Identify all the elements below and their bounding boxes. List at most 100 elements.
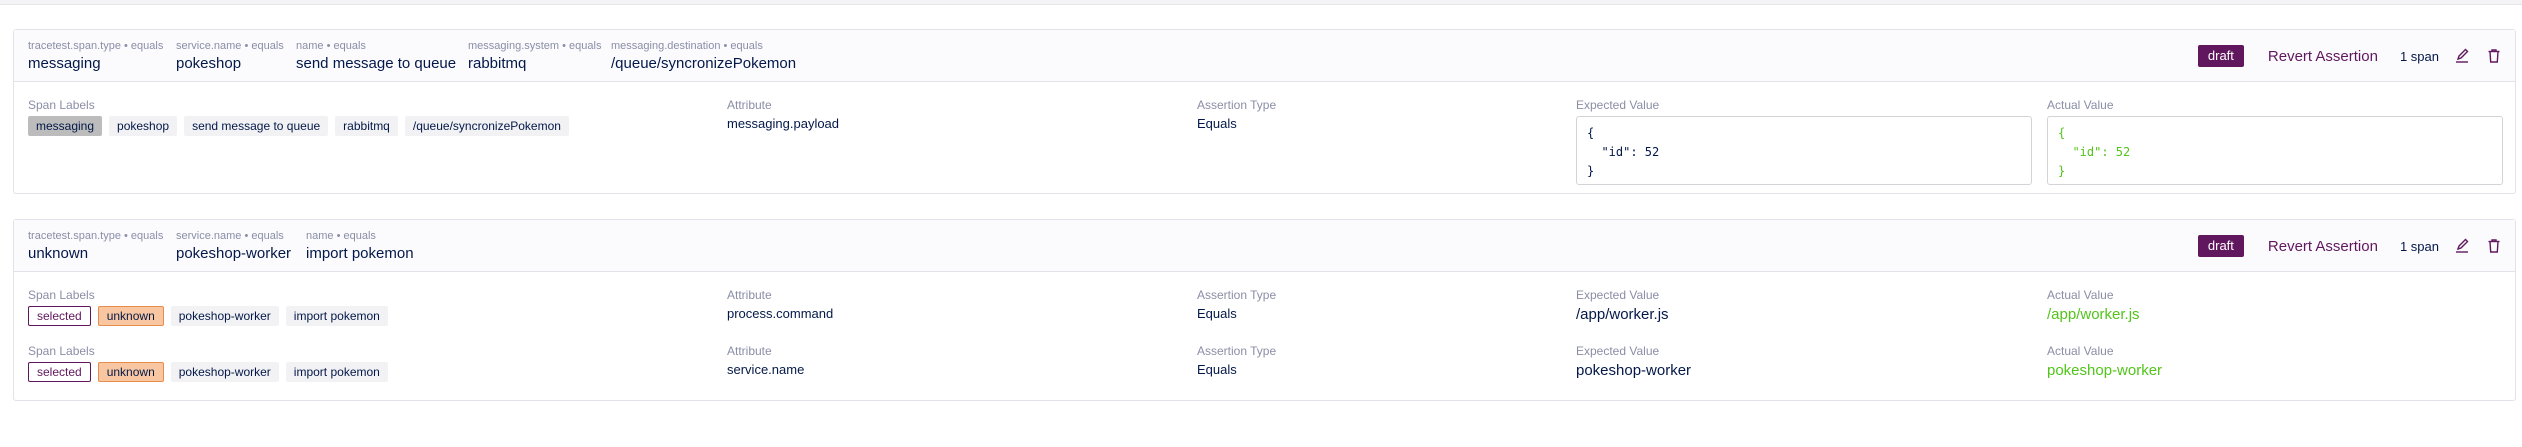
selector-name: name • equals send message to queue <box>296 40 456 73</box>
span-label-tag: unknown <box>97 362 164 382</box>
top-strip <box>0 0 2522 5</box>
span-label-tag: selected <box>28 362 91 382</box>
assertion-type-value: Equals <box>1197 116 1237 131</box>
span-labels: Span Labels selected unknown pokeshop-wo… <box>28 344 388 382</box>
span-label-tag: import pokemon <box>285 306 388 326</box>
span-label-tags: selected unknown pokeshop-worker import … <box>28 362 388 382</box>
attribute: Attribute process.command <box>727 288 833 322</box>
assertion-card: tracetest.span.type • equals unknown ser… <box>13 219 2516 401</box>
span-label-tags: messaging pokeshop send message to queue… <box>28 116 569 136</box>
actual-value-title: Actual Value <box>2047 344 2114 358</box>
span-label-tag: messaging <box>28 116 103 136</box>
assertion-actions: draft Revert Assertion 1 span <box>2197 45 2503 67</box>
code-line: "id": 52 <box>2058 145 2131 159</box>
assertion-row: Span Labels messaging pokeshop send mess… <box>14 82 2515 194</box>
attribute-value: service.name <box>727 362 805 377</box>
expected-value-text: pokeshop-worker <box>1576 362 1692 379</box>
selector-messaging-destination: messaging.destination • equals /queue/sy… <box>611 40 796 73</box>
span-labels-title: Span Labels <box>28 98 95 112</box>
expected-value: Expected Value /app/worker.js <box>1576 288 1669 324</box>
assertion-row: Span Labels selected unknown pokeshop-wo… <box>14 329 2515 399</box>
assertion-type-title: Assertion Type <box>1197 98 1277 112</box>
selector-span-type: tracetest.span.type • equals messaging <box>28 40 163 73</box>
selector-key: tracetest.span.type • equals <box>28 230 164 242</box>
assertion-row: Span Labels selected unknown pokeshop-wo… <box>14 272 2515 329</box>
expected-value: Expected Value { "id": 52} <box>1576 98 2032 185</box>
selector-name: name • equals import pokemon <box>306 230 414 263</box>
actual-value-text: pokeshop-worker <box>2047 362 2163 379</box>
attribute-title: Attribute <box>727 288 772 302</box>
expected-value-text: /app/worker.js <box>1576 306 1669 323</box>
span-label-tag: pokeshop <box>109 116 178 136</box>
selector-value: rabbitmq <box>468 55 527 72</box>
selector-value: send message to queue <box>296 55 457 72</box>
expected-value-title: Expected Value <box>1576 344 1660 358</box>
span-label-tag: send message to queue <box>184 116 329 136</box>
attribute-value: process.command <box>727 306 834 321</box>
trash-icon[interactable] <box>2485 47 2503 65</box>
selector-key: service.name • equals <box>176 230 284 242</box>
selector-value: /queue/syncronizePokemon <box>611 55 797 72</box>
actual-value: Actual Value /app/worker.js <box>2047 288 2140 324</box>
expected-value-title: Expected Value <box>1576 288 1660 302</box>
expected-value-title: Expected Value <box>1576 98 1660 112</box>
expected-value-code: { "id": 52} <box>1576 116 2032 185</box>
span-labels: Span Labels messaging pokeshop send mess… <box>28 98 569 136</box>
assertion-actions: draft Revert Assertion 1 span <box>2197 235 2503 257</box>
selector-key: name • equals <box>296 40 366 52</box>
selector-value: import pokemon <box>306 245 414 262</box>
assertion-type: Assertion Type Equals <box>1197 98 1276 132</box>
selector-messaging-system: messaging.system • equals rabbitmq <box>468 40 601 73</box>
span-count: 1 span <box>2399 238 2439 254</box>
selector-span-type: tracetest.span.type • equals unknown <box>28 230 163 263</box>
assertion-card-header: tracetest.span.type • equals unknown ser… <box>14 220 2515 272</box>
assertion-type-title: Assertion Type <box>1197 288 1277 302</box>
code-line: { <box>1587 126 1595 140</box>
span-count: 1 span <box>2399 48 2439 64</box>
span-label-tag: rabbitmq <box>335 116 398 136</box>
actual-value: Actual Value pokeshop-worker <box>2047 344 2162 380</box>
span-label-tag: unknown <box>97 306 164 326</box>
assertion-card-header: tracetest.span.type • equals messaging s… <box>14 30 2515 82</box>
selector-service-name: service.name • equals pokeshop <box>176 40 284 73</box>
revert-assertion-button[interactable]: Revert Assertion <box>2268 48 2378 65</box>
selector-value: messaging <box>28 55 101 72</box>
revert-assertion-button[interactable]: Revert Assertion <box>2268 238 2378 255</box>
assertion-card: tracetest.span.type • equals messaging s… <box>13 29 2516 194</box>
actual-value-title: Actual Value <box>2047 288 2114 302</box>
trash-icon[interactable] <box>2485 237 2503 255</box>
code-line: { <box>2058 126 2066 140</box>
span-labels-title: Span Labels <box>28 344 95 358</box>
span-label-tag: selected <box>28 306 91 326</box>
assertion-type-title: Assertion Type <box>1197 344 1277 358</box>
selector-key: tracetest.span.type • equals <box>28 40 164 52</box>
assertion-type: Assertion Type Equals <box>1197 288 1276 322</box>
selector-key: messaging.system • equals <box>468 40 602 52</box>
selector-value: unknown <box>28 245 89 262</box>
attribute-value: messaging.payload <box>727 116 840 131</box>
attribute: Attribute messaging.payload <box>727 98 839 132</box>
actual-value-code: { "id": 52} <box>2047 116 2503 185</box>
actual-value: Actual Value { "id": 52} <box>2047 98 2503 185</box>
selector-key: messaging.destination • equals <box>611 40 763 52</box>
span-label-tags: selected unknown pokeshop-worker import … <box>28 306 388 326</box>
pencil-icon[interactable] <box>2453 47 2471 65</box>
code-line: "id": 52 <box>1587 145 1660 159</box>
selector-value: pokeshop-worker <box>176 245 292 262</box>
assertion-type-value: Equals <box>1197 306 1237 321</box>
draft-badge: draft <box>2197 235 2244 257</box>
selector-key: name • equals <box>306 230 376 242</box>
span-label-tag: pokeshop-worker <box>170 306 279 326</box>
actual-value-text: /app/worker.js <box>2047 306 2140 323</box>
span-label-tag: pokeshop-worker <box>170 362 279 382</box>
assertion-type: Assertion Type Equals <box>1197 344 1276 378</box>
span-label-tag: /queue/syncronizePokemon <box>404 116 569 136</box>
span-labels: Span Labels selected unknown pokeshop-wo… <box>28 288 388 326</box>
pencil-icon[interactable] <box>2453 237 2471 255</box>
expected-value: Expected Value pokeshop-worker <box>1576 344 1691 380</box>
selector-value: pokeshop <box>176 55 242 72</box>
attribute-title: Attribute <box>727 344 772 358</box>
draft-badge: draft <box>2197 45 2244 67</box>
actual-value-title: Actual Value <box>2047 98 2114 112</box>
attribute: Attribute service.name <box>727 344 804 378</box>
